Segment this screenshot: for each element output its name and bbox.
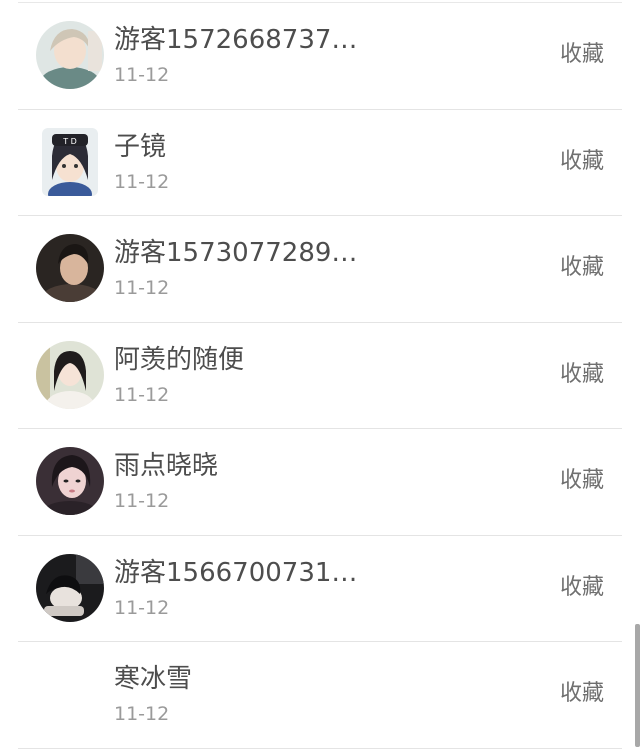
avatar-image (36, 553, 104, 622)
avatar[interactable] (36, 553, 104, 622)
item-date: 11-12 (114, 64, 170, 86)
list-item[interactable]: 雨点晓晓 11-12 收藏 (18, 429, 622, 536)
item-date: 11-12 (114, 170, 170, 193)
favorite-button[interactable]: 收藏 (560, 41, 604, 69)
avatar[interactable]: T D (42, 127, 98, 196)
item-date: 11-12 (114, 490, 170, 512)
item-date: 11-12 (114, 277, 170, 299)
avatar[interactable] (36, 234, 104, 302)
item-date: 11-12 (114, 383, 170, 406)
user-name: 游客1573077289… (114, 238, 358, 268)
item-date: 11-12 (114, 596, 170, 619)
avatar-image (36, 21, 104, 89)
user-name: 游客1572668737… (114, 25, 358, 55)
user-name: 寒冰雪 (114, 664, 193, 694)
avatar-image (36, 340, 104, 409)
favorite-button[interactable]: 收藏 (560, 254, 604, 282)
user-name: 子镜 (114, 131, 167, 162)
avatar-image: T D (42, 127, 98, 196)
avatar-image (36, 447, 104, 515)
avatar-image (36, 234, 104, 302)
user-list: 游客1572668737… 11-12 收藏 T D 子镜 11-12 收藏 游… (0, 3, 640, 749)
list-item[interactable]: T D 子镜 11-12 收藏 (18, 110, 622, 216)
favorite-button[interactable]: 收藏 (560, 148, 604, 176)
svg-text:T D: T D (62, 137, 77, 146)
scrollbar[interactable] (635, 624, 640, 747)
list-item[interactable]: 游客1566700731… 11-12 收藏 (18, 536, 622, 642)
item-date: 11-12 (114, 703, 170, 725)
favorite-button[interactable]: 收藏 (560, 574, 604, 602)
favorite-button[interactable]: 收藏 (560, 680, 604, 708)
favorite-button[interactable]: 收藏 (560, 467, 604, 495)
user-name: 阿羡的随便 (114, 344, 245, 375)
list-item[interactable]: 寒冰雪 11-12 收藏 (18, 642, 622, 749)
list-item[interactable]: 阿羡的随便 11-12 收藏 (18, 323, 622, 429)
avatar[interactable] (36, 340, 104, 409)
favorite-button[interactable]: 收藏 (560, 361, 604, 389)
user-name: 游客1566700731… (114, 557, 358, 588)
list-item[interactable]: 游客1573077289… 11-12 收藏 (18, 216, 622, 323)
avatar[interactable] (36, 21, 104, 89)
list-item[interactable]: 游客1572668737… 11-12 收藏 (18, 3, 622, 110)
user-name: 雨点晓晓 (114, 451, 219, 481)
avatar[interactable] (36, 447, 104, 515)
